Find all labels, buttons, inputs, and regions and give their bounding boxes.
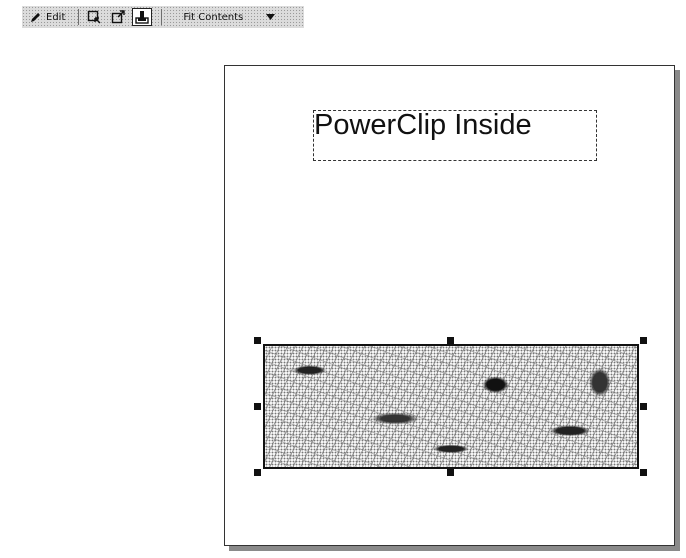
selection-handle-bottom-right[interactable] <box>640 469 647 476</box>
edit-button-label: Edit <box>46 11 66 23</box>
lock-contents-icon <box>135 10 150 24</box>
powerclip-image-object[interactable] <box>263 344 639 469</box>
artistic-text-object[interactable]: PowerClip Inside <box>314 108 532 142</box>
extract-contents-button[interactable] <box>108 8 128 26</box>
selection-handle-top-left[interactable] <box>254 337 261 344</box>
select-contents-button[interactable] <box>84 8 104 26</box>
selection-handle-top-right[interactable] <box>640 337 647 344</box>
extract-contents-icon <box>111 10 126 24</box>
toolbar-separator <box>161 9 163 25</box>
toolbar-separator <box>78 9 80 25</box>
selection-handle-bottom-center[interactable] <box>447 469 454 476</box>
edit-powerclip-button[interactable]: Edit <box>26 8 73 26</box>
lock-contents-button[interactable] <box>132 8 153 26</box>
fit-contents-value: Fit Contents <box>183 11 244 23</box>
select-contents-icon <box>87 10 101 24</box>
selection-handle-middle-right[interactable] <box>640 403 647 410</box>
selection-handle-bottom-left[interactable] <box>254 469 261 476</box>
fit-contents-dropdown[interactable]: Fit Contents <box>167 8 279 26</box>
chevron-down-icon <box>266 14 276 20</box>
pencil-icon <box>30 12 41 23</box>
drawing-workspace[interactable]: Edit Fit Contents PowerClip Inside <box>0 0 686 558</box>
powerclip-toolbar: Edit Fit Contents <box>22 6 304 28</box>
selection-handle-middle-left[interactable] <box>254 403 261 410</box>
selection-handle-top-center[interactable] <box>447 337 454 344</box>
